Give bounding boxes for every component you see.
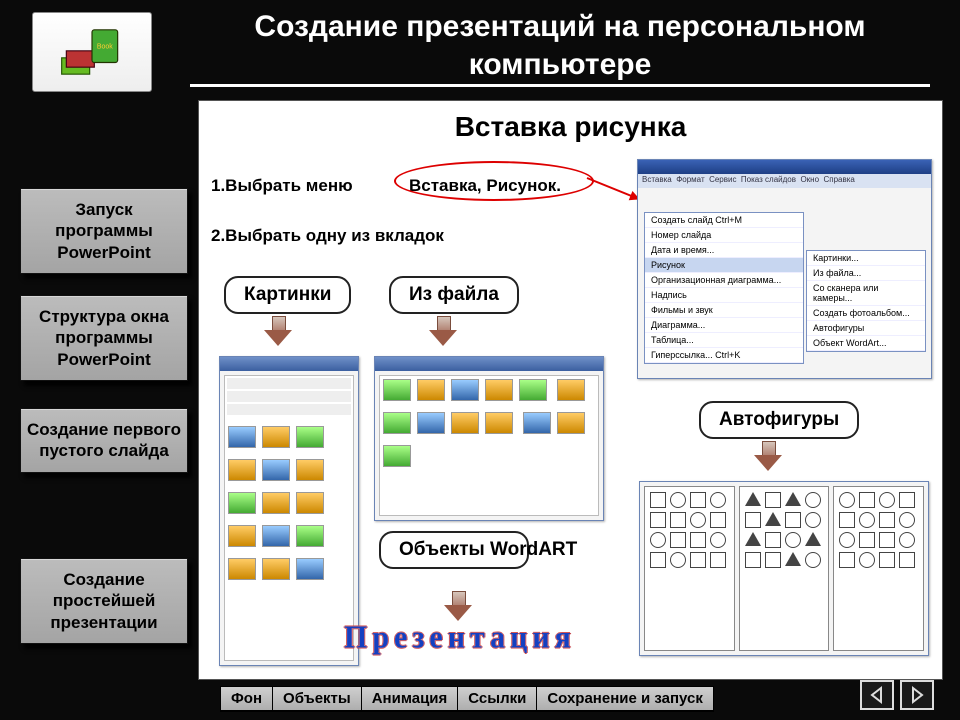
slide-panel: Вставка рисунка 1.Выбрать меню Вставка, … [198,100,943,680]
option-wordart[interactable]: Объекты WordART [379,531,529,569]
dropdown-insert: Создать слайд Ctrl+M Номер слайда Дата и… [644,212,804,364]
tab-save-run[interactable]: Сохранение и запуск [536,686,714,712]
prev-slide-button[interactable] [860,680,894,710]
wordart-sample: Презентация [344,620,576,656]
step1-text: 1.Выбрать меню [211,176,353,196]
callout-ellipse [394,161,594,201]
option-autoshapes[interactable]: Автофигуры [699,401,859,439]
tab-background[interactable]: Фон [220,686,273,712]
slide-title: Вставка рисунка [199,111,942,143]
page-title: Создание презентаций на персональном ком… [190,8,930,83]
arrow-down-icon [444,591,472,621]
arrow-down-icon [754,441,782,471]
option-clipart[interactable]: Картинки [224,276,351,314]
tab-links[interactable]: Ссылки [457,686,537,712]
svg-text:Book: Book [97,44,113,51]
nav-window-structure[interactable]: Структура окна программы PowerPoint [20,295,188,381]
submenu-picture: Картинки... Из файла... Со сканера или к… [806,250,926,352]
next-slide-button[interactable] [900,680,934,710]
step2-text: 2.Выбрать одну из вкладок [211,226,444,246]
bottom-tabs: Фон Объекты Анимация Ссылки Сохранение и… [220,686,713,712]
nav-launch-powerpoint[interactable]: Запуск программы PowerPoint [20,188,188,274]
callout-arrow [587,177,643,201]
option-from-file[interactable]: Из файла [389,276,519,314]
triangle-right-icon [907,685,927,705]
triangle-left-icon [867,685,887,705]
arrow-down-icon [429,316,457,346]
screenshot-insert-menu: Вставка Формат Сервис Показ слайдов Окно… [637,159,932,379]
logo-bookworm: Book [32,12,152,92]
nav-create-simple-pres[interactable]: Создание простейшей презентации [20,558,188,644]
screenshot-file-dialog [374,356,604,521]
nav-create-blank-slide[interactable]: Создание первого пустого слайда [20,408,188,473]
screenshot-clipart-pane [219,356,359,666]
tab-objects[interactable]: Объекты [272,686,362,712]
tab-animation[interactable]: Анимация [361,686,459,712]
arrow-down-icon [264,316,292,346]
screenshot-autoshapes [639,481,929,656]
title-underline [190,84,930,87]
